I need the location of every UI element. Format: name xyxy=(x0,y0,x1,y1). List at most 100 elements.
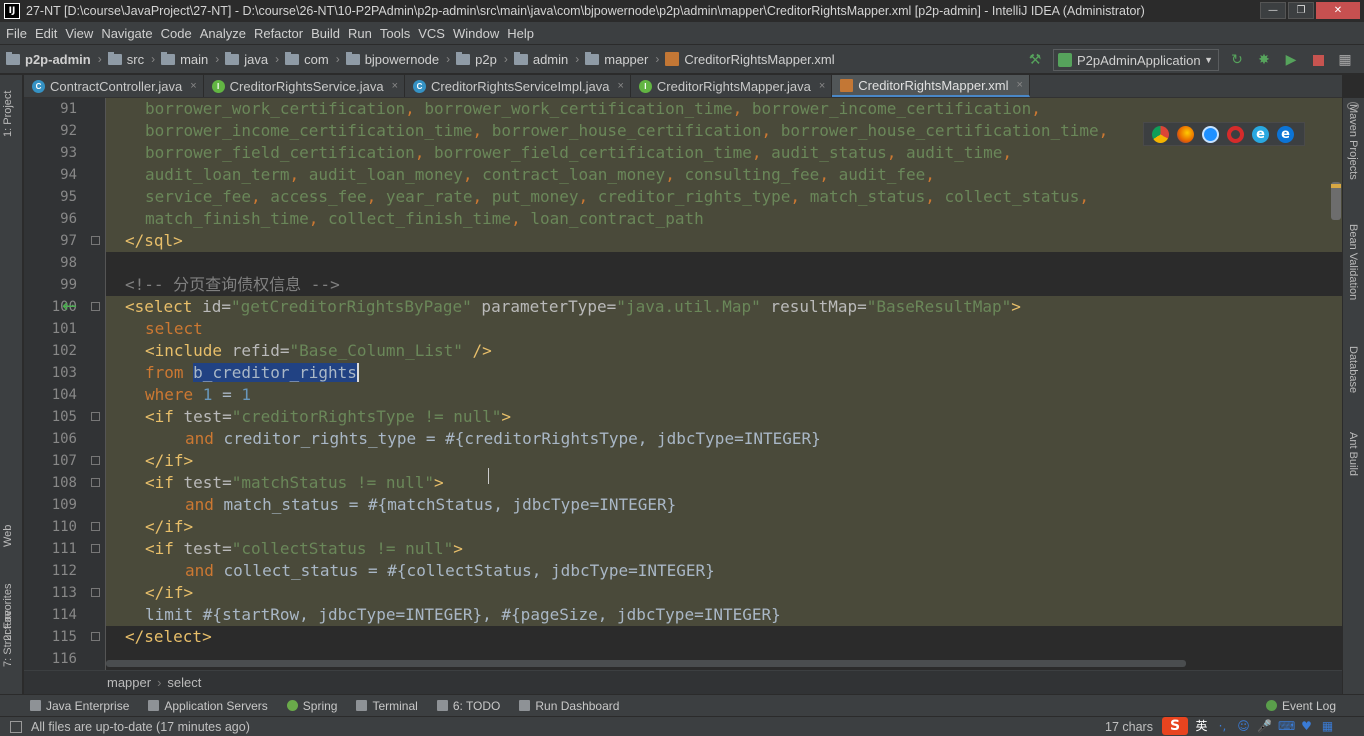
firefox-icon[interactable] xyxy=(1177,125,1194,143)
fold-marker-icon[interactable] xyxy=(91,302,100,311)
tool-event-log[interactable]: Event Log xyxy=(1265,699,1336,713)
menu-code[interactable]: Code xyxy=(159,26,198,41)
horizontal-scrollbar-thumb[interactable] xyxy=(106,660,1186,667)
close-icon[interactable]: × xyxy=(190,80,196,92)
nav-crumb-src[interactable]: src › xyxy=(107,51,161,67)
menu-edit[interactable]: Edit xyxy=(33,26,63,41)
navigation-bar: p2p-admin › src › main › java › com › bjpower… xyxy=(0,44,1364,74)
nav-crumb-admin[interactable]: admin › xyxy=(513,51,585,67)
fold-marker-icon[interactable] xyxy=(91,456,100,465)
fold-marker-icon[interactable] xyxy=(91,478,100,487)
menu-analyze[interactable]: Analyze xyxy=(198,26,252,41)
run-configuration-select[interactable]: P2pAdminApplication ▼ xyxy=(1053,49,1219,71)
close-icon[interactable]: × xyxy=(819,80,825,92)
tool-maven-projects[interactable]: Maven Projects xyxy=(1347,104,1359,180)
code-token: test= xyxy=(183,473,232,492)
edge-icon[interactable]: e xyxy=(1277,125,1294,143)
fold-marker-icon[interactable] xyxy=(91,412,100,421)
tool-web[interactable]: Web xyxy=(2,525,14,547)
tool-java-enterprise[interactable]: Java Enterprise xyxy=(30,699,129,713)
fold-marker-icon[interactable] xyxy=(91,632,100,641)
code-token: <include xyxy=(145,341,232,360)
tab-creditor-rights-service[interactable]: I CreditorRightsService.java × xyxy=(204,75,406,97)
rerun-icon[interactable]: ↻ xyxy=(1228,51,1246,69)
menu-navigate[interactable]: Navigate xyxy=(99,26,158,41)
tool-ant-build[interactable]: Ant Build xyxy=(1347,432,1359,476)
build-hammer-icon[interactable]: ⚒ xyxy=(1026,51,1044,69)
fold-marker-icon[interactable] xyxy=(91,522,100,531)
menu-run[interactable]: Run xyxy=(346,26,378,41)
nav-crumb-bjpowernode[interactable]: bjpowernode › xyxy=(345,51,456,67)
tool-application-servers[interactable]: Application Servers xyxy=(148,698,268,713)
menu-refactor[interactable]: Refactor xyxy=(252,26,309,41)
tool-database[interactable]: Database xyxy=(1347,346,1359,393)
nav-crumb-project[interactable]: p2p-admin › xyxy=(6,51,108,67)
ime-language-toggle[interactable]: 英 xyxy=(1194,719,1209,734)
menu-tools[interactable]: Tools xyxy=(378,26,416,41)
nav-crumb-mapper[interactable]: mapper › xyxy=(585,51,665,67)
chrome-icon[interactable] xyxy=(1152,125,1169,143)
menu-vcs[interactable]: VCS xyxy=(416,26,451,41)
line-number: 94 xyxy=(60,167,77,183)
code-line: and creditor_rights_type = #{creditorRig… xyxy=(106,428,1342,450)
breadcrumb-select[interactable]: select xyxy=(167,675,201,690)
minimize-button[interactable]: — xyxy=(1260,2,1286,19)
safari-icon[interactable] xyxy=(1202,125,1219,143)
stop-icon[interactable] xyxy=(1309,51,1327,69)
tool-spring[interactable]: Spring xyxy=(286,699,337,713)
close-window-button[interactable]: ✕ xyxy=(1316,2,1360,19)
menu-file[interactable]: File xyxy=(4,26,33,41)
close-icon[interactable]: × xyxy=(392,80,398,92)
fold-marker-icon[interactable] xyxy=(91,236,100,245)
fold-marker-icon[interactable] xyxy=(91,544,100,553)
emoji-icon[interactable]: ☺ xyxy=(1236,719,1251,734)
tab-creditor-rights-service-impl[interactable]: C CreditorRightsServiceImpl.java × xyxy=(405,75,631,97)
code-token: </select> xyxy=(125,627,212,646)
code-token: borrower_income_certification xyxy=(751,99,1032,118)
close-icon[interactable]: × xyxy=(617,80,623,92)
fold-marker-icon[interactable] xyxy=(91,588,100,597)
code-editor[interactable]: borrower_work_certification, borrower_wo… xyxy=(106,98,1342,670)
tool-todo[interactable]: 6: TODO xyxy=(436,699,500,713)
close-icon[interactable]: × xyxy=(1017,79,1023,91)
tab-creditor-rights-mapper-xml[interactable]: CreditorRightsMapper.xml × xyxy=(832,75,1030,97)
nav-crumb-p2p[interactable]: p2p › xyxy=(456,51,514,67)
nav-crumb-file[interactable]: CreditorRightsMapper.xml xyxy=(665,52,835,67)
punctuation-icon[interactable]: ·, xyxy=(1215,719,1230,734)
implementing-method-arrow-icon[interactable]: ← xyxy=(62,298,77,316)
tools-icon[interactable]: ▦ xyxy=(1320,719,1335,734)
menu-help[interactable]: Help xyxy=(505,26,540,41)
tool-window-label: Application Servers xyxy=(164,698,268,713)
tool-project[interactable]: 1: Project xyxy=(2,91,14,137)
sogou-ime-icon[interactable]: S xyxy=(1162,717,1188,735)
menu-build[interactable]: Build xyxy=(309,26,346,41)
tool-terminal[interactable]: Terminal xyxy=(356,699,418,713)
folder-icon xyxy=(456,51,471,65)
project-structure-icon[interactable]: ▦ xyxy=(1336,51,1354,69)
run-coverage-icon[interactable]: ▶ xyxy=(1282,51,1300,69)
restore-button[interactable]: ❐ xyxy=(1288,2,1314,19)
tab-label: ContractController.java xyxy=(50,78,183,94)
menu-view[interactable]: View xyxy=(63,26,99,41)
line-number-gutter[interactable]: 91 92 93 94 95 96 97 98 99 100 101 102 1… xyxy=(24,98,106,670)
line-number: 107 xyxy=(51,453,77,469)
keyboard-icon[interactable]: ⌨ xyxy=(1278,719,1295,734)
tool-bean-validation[interactable]: Bean Validation xyxy=(1347,224,1359,300)
tab-contract-controller[interactable]: C ContractController.java × xyxy=(24,75,204,97)
error-stripe-marker[interactable] xyxy=(1331,184,1341,188)
skin-icon[interactable]: ♥ xyxy=(1299,719,1314,734)
toggle-tool-buttons-icon[interactable] xyxy=(10,720,22,733)
microphone-icon[interactable]: 🎤 xyxy=(1257,719,1272,734)
tool-structure[interactable]: 7: Structure xyxy=(2,610,14,667)
debug-bug-icon[interactable]: ✸ xyxy=(1255,51,1273,69)
breadcrumb-mapper[interactable]: mapper xyxy=(107,675,151,690)
opera-icon[interactable] xyxy=(1227,125,1244,143)
menu-window[interactable]: Window xyxy=(451,26,505,41)
nav-crumb-main[interactable]: main › xyxy=(161,51,225,67)
chevron-right-icon: › xyxy=(575,52,580,66)
nav-crumb-java[interactable]: java › xyxy=(225,51,285,67)
ie-icon[interactable]: e xyxy=(1252,125,1269,143)
nav-crumb-com[interactable]: com › xyxy=(285,51,346,67)
tab-creditor-rights-mapper-java[interactable]: I CreditorRightsMapper.java × xyxy=(631,75,833,97)
tool-run-dashboard[interactable]: Run Dashboard xyxy=(519,699,619,713)
